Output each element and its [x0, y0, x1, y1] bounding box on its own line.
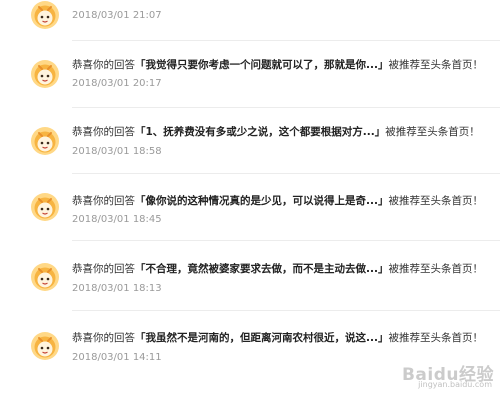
- avatar-icon[interactable]: [30, 59, 60, 89]
- answer-link[interactable]: 「我虽然不是河南的，但距离河南农村很近，说这...」: [135, 332, 388, 344]
- notification-text: 恭喜你的回答「像你说的这种情况真的是少见，可以说得上是奇...」被推荐至头条首页…: [72, 194, 483, 208]
- message-suffix: 被推荐至头条首页！: [385, 126, 480, 138]
- answer-link[interactable]: 「不合理，竟然被婆家要求去做，而不是主动去做...」: [135, 263, 388, 275]
- message-suffix: 被推荐至头条首页！: [388, 263, 483, 275]
- divider: [72, 40, 500, 41]
- timestamp: 2018/03/01 18:13: [72, 283, 162, 294]
- list-item[interactable]: 恭喜你的回答「我觉得只要你考虑一个问题就可以了，那就是你...」被推荐至头条首页…: [0, 50, 500, 120]
- message-prefix: 恭喜你的回答: [72, 332, 135, 344]
- divider: [72, 173, 500, 174]
- list-item[interactable]: 恭喜你的回答「1、抚养费没有多或少之说，这个都要根据对方...」被推荐至头条首页…: [0, 117, 500, 187]
- message-prefix: 恭喜你的回答: [72, 59, 135, 71]
- timestamp: 2018/03/01 20:17: [72, 78, 162, 89]
- list-item[interactable]: 2018/03/01 21:07: [0, 0, 500, 34]
- notification-text: 恭喜你的回答「1、抚养费没有多或少之说，这个都要根据对方...」被推荐至头条首页…: [72, 125, 480, 139]
- avatar-icon[interactable]: [30, 0, 60, 30]
- message-prefix: 恭喜你的回答: [72, 263, 135, 275]
- avatar-icon[interactable]: [30, 262, 60, 292]
- notification-text: 恭喜你的回答「我觉得只要你考虑一个问题就可以了，那就是你...」被推荐至头条首页…: [72, 58, 483, 72]
- message-suffix: 被推荐至头条首页！: [388, 195, 483, 207]
- message-prefix: 恭喜你的回答: [72, 195, 135, 207]
- timestamp: 2018/03/01 18:45: [72, 214, 162, 225]
- divider: [72, 240, 500, 241]
- timestamp: 2018/03/01 21:07: [72, 10, 162, 21]
- answer-link[interactable]: 「像你说的这种情况真的是少见，可以说得上是奇...」: [135, 195, 388, 207]
- notification-text: 恭喜你的回答「我虽然不是河南的，但距离河南农村很近，说这...」被推荐至头条首页…: [72, 331, 483, 345]
- avatar-icon[interactable]: [30, 126, 60, 156]
- list-item[interactable]: 恭喜你的回答「像你说的这种情况真的是少见，可以说得上是奇...」被推荐至头条首页…: [0, 183, 500, 253]
- notification-list: 2018/03/01 21:07 恭喜你的回答「我觉得只要你考虑一个问题就可以了…: [0, 0, 500, 400]
- message-suffix: 被推荐至头条首页！: [388, 332, 483, 344]
- answer-link[interactable]: 「1、抚养费没有多或少之说，这个都要根据对方...」: [135, 126, 385, 138]
- timestamp: 2018/03/01 14:11: [72, 352, 162, 363]
- avatar-icon[interactable]: [30, 331, 60, 361]
- baidu-jingyan-watermark: Baidu经验 jingyan.baidu.com: [399, 360, 494, 394]
- answer-link[interactable]: 「我觉得只要你考虑一个问题就可以了，那就是你...」: [135, 59, 388, 71]
- divider: [72, 107, 500, 108]
- timestamp: 2018/03/01 18:58: [72, 146, 162, 157]
- notification-text: 恭喜你的回答「不合理，竟然被婆家要求去做，而不是主动去做...」被推荐至头条首页…: [72, 262, 483, 276]
- watermark-url: jingyan.baidu.com: [418, 380, 492, 389]
- avatar-icon[interactable]: [30, 192, 60, 222]
- divider: [72, 310, 500, 311]
- message-suffix: 被推荐至头条首页！: [388, 59, 483, 71]
- message-prefix: 恭喜你的回答: [72, 126, 135, 138]
